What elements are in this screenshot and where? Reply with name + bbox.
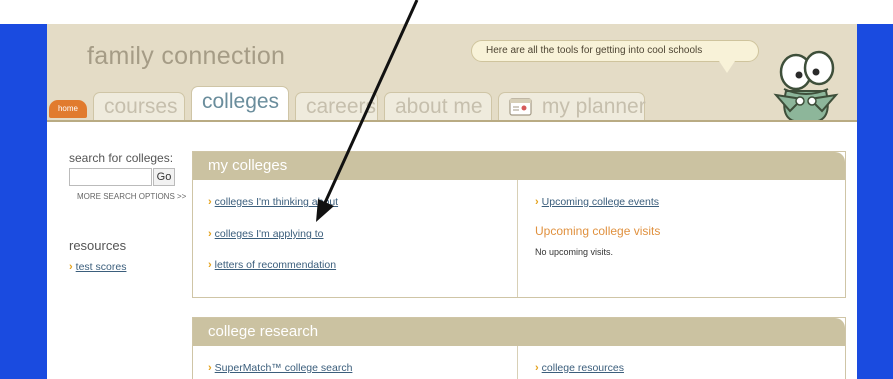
resources-heading: resources [69, 238, 127, 253]
list-item-supermatch[interactable]: › SuperMatch™ college search [208, 358, 352, 376]
tab-colleges-label: colleges [202, 90, 280, 113]
supermatch-search-link[interactable]: SuperMatch™ college search [215, 362, 353, 374]
header: family connection Here are all the tools… [47, 24, 857, 122]
list-item-thinking-about[interactable]: › colleges I'm thinking about [208, 192, 338, 210]
search-label: search for colleges: [69, 151, 174, 165]
tab-my-planner[interactable]: my planner [498, 92, 646, 122]
panel-divider [517, 346, 518, 379]
college-search-input[interactable] [69, 168, 152, 186]
tab-careers-label: careers [306, 95, 377, 118]
test-scores-link[interactable]: test scores [76, 261, 127, 273]
college-research-header: college research [193, 318, 845, 346]
tab-about-me[interactable]: about me [384, 92, 492, 122]
go-button[interactable]: Go [153, 168, 175, 186]
upcoming-visits-heading: Upcoming college visits [535, 224, 661, 238]
upcoming-college-events-link[interactable]: Upcoming college events [542, 196, 659, 208]
speech-bubble: Here are all the tools for getting into … [471, 40, 759, 62]
list-item-letters[interactable]: › letters of recommendation [208, 255, 336, 273]
tab-careers[interactable]: careers [295, 92, 378, 122]
my-colleges-panel: my colleges › colleges I'm thinking about… [192, 151, 846, 298]
college-research-panel: college research › SuperMatch™ college se… [192, 317, 846, 379]
page: family connection Here are all the tools… [47, 24, 857, 379]
brand-title: family connection [87, 42, 286, 70]
gator-mascot-icon [773, 50, 839, 121]
chevron-right-icon: › [208, 259, 212, 271]
header-divider [47, 120, 857, 122]
planner-icon [509, 98, 532, 116]
letters-of-recommendation-link[interactable]: letters of recommendation [215, 259, 336, 271]
my-colleges-header: my colleges [193, 152, 845, 180]
chevron-right-icon: › [535, 362, 539, 374]
list-item-applying-to[interactable]: › colleges I'm applying to [208, 224, 324, 242]
chevron-right-icon: › [69, 261, 73, 273]
colleges-applying-to-link[interactable]: colleges I'm applying to [215, 228, 324, 240]
chevron-right-icon: › [208, 196, 212, 208]
chevron-right-icon: › [208, 362, 212, 374]
no-visits-text: No upcoming visits. [535, 247, 614, 257]
tab-courses[interactable]: courses [93, 92, 185, 122]
college-resources-link[interactable]: college resources [542, 362, 624, 374]
speech-bubble-tail [719, 61, 735, 73]
tab-colleges[interactable]: colleges [191, 86, 289, 122]
chevron-right-icon: › [208, 228, 212, 240]
tab-about-me-label: about me [395, 95, 483, 118]
tab-courses-label: courses [104, 95, 178, 118]
list-item-upcoming-events[interactable]: › Upcoming college events [535, 192, 659, 210]
more-search-options-link[interactable]: MORE SEARCH OPTIONS >> [77, 192, 186, 201]
chevron-right-icon: › [535, 196, 539, 208]
tab-my-planner-label: my planner [541, 95, 646, 118]
panel-divider [517, 180, 518, 297]
list-item-college-resources[interactable]: › college resources [535, 358, 624, 376]
tab-home[interactable]: home [49, 100, 87, 118]
sidebar-item-test-scores[interactable]: › test scores [69, 257, 126, 275]
colleges-thinking-about-link[interactable]: colleges I'm thinking about [215, 196, 338, 208]
